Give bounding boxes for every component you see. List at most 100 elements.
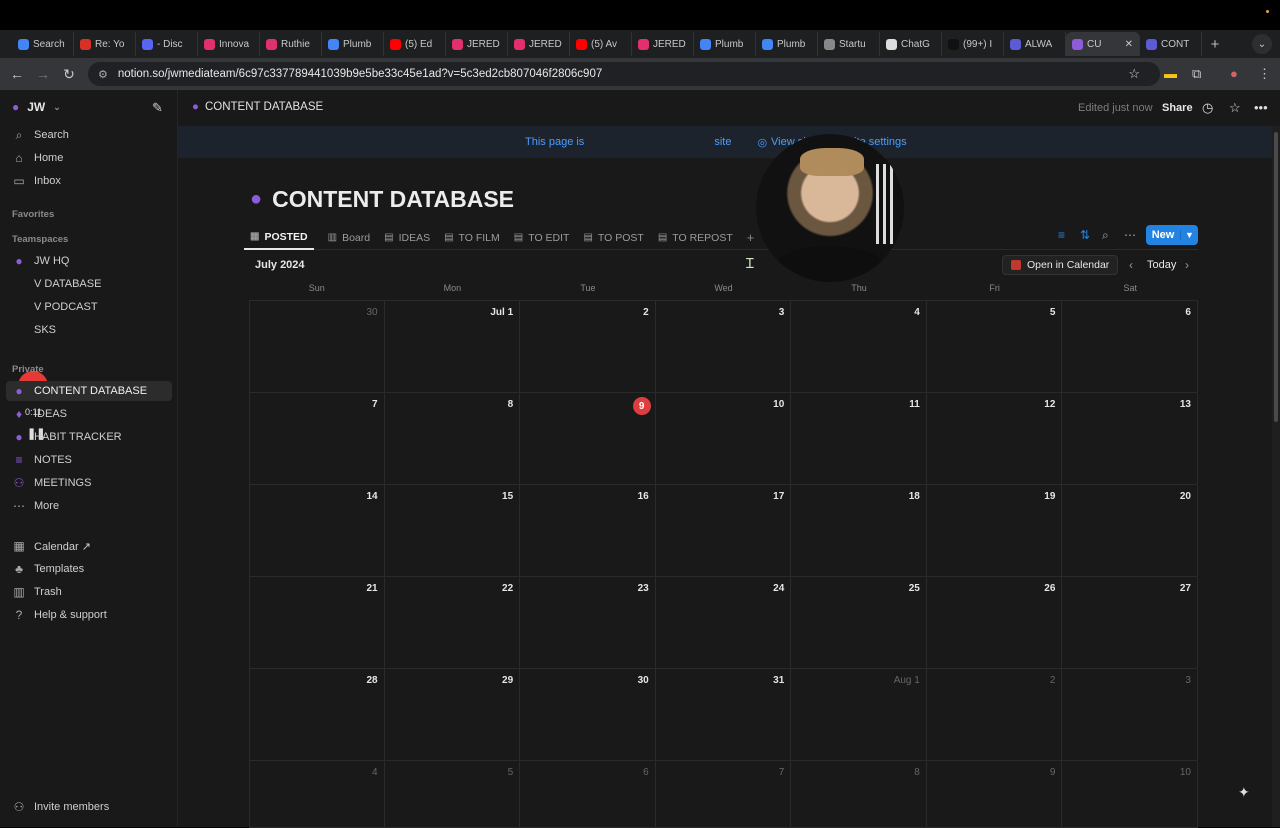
today-button[interactable]: Today [1147,259,1176,271]
calendar-day-cell[interactable]: 9 [926,761,1063,828]
browser-tab[interactable]: CONT [1140,32,1202,56]
browser-tab[interactable]: Plumb [756,32,818,56]
calendar-day-cell[interactable]: 31 [655,669,792,761]
calendar-day-cell[interactable]: 6 [1062,301,1198,393]
browser-tab[interactable]: ALWA [1004,32,1066,56]
more-options-icon[interactable]: ⋯ [1124,228,1136,242]
calendar-day-cell[interactable]: Jul 1 [384,301,521,393]
tab-to-repost[interactable]: ▤ TO REPOST [658,226,733,250]
open-in-calendar-button[interactable]: Open in Calendar [1002,255,1118,275]
profile-avatar[interactable]: ● [1230,66,1238,81]
calendar-day-cell[interactable]: 7 [655,761,792,828]
calendar-day-cell[interactable]: 14 [249,485,385,577]
sidebar-item-templates[interactable]: ♣ Templates [12,559,172,579]
sidebar-item-meetings[interactable]: ⚇ MEETINGS [12,473,172,493]
calendar-day-cell[interactable]: 8 [384,393,521,485]
calendar-day-cell[interactable]: 15 [384,485,521,577]
browser-tab[interactable]: JERED [508,32,570,56]
calendar-day-cell[interactable]: 4 [791,301,927,393]
tab-ideas[interactable]: ▤ IDEAS [384,226,430,250]
sidebar-item-database[interactable]: V DATABASE [12,274,172,294]
calendar-day-cell[interactable]: 21 [249,577,385,669]
browser-tab[interactable]: Ruthie [260,32,322,56]
more-options-icon[interactable]: ••• [1254,100,1268,115]
tab-board[interactable]: ▥ Board [328,226,370,250]
tab-search-icon[interactable]: ⌄ [1252,34,1272,54]
sort-icon[interactable]: ⇅ [1080,228,1090,242]
sidebar-item-content-database[interactable]: ● CONTENT DATABASE [6,381,172,401]
scrollbar[interactable] [1272,126,1280,827]
calendar-day-cell[interactable]: 19 [926,485,1063,577]
sidebar-item-jw-hq[interactable]: ● JW HQ [12,251,172,271]
browser-tab[interactable]: Search [12,32,74,56]
browser-tab[interactable]: (5) Av [570,32,632,56]
browser-tab[interactable]: Startu [818,32,880,56]
calendar-day-cell[interactable]: 6 [520,761,656,828]
browser-tab[interactable]: (99+) I [942,32,1004,56]
chevron-down-icon[interactable]: ▼ [1180,230,1198,240]
calendar-day-cell[interactable]: 12 [926,393,1063,485]
calendar-day-cell[interactable]: 7 [249,393,385,485]
bookmark-star-icon[interactable]: ☆ [1128,66,1140,82]
browser-tab[interactable]: Innova [198,32,260,56]
calendar-day-cell[interactable]: 29 [384,669,521,761]
prev-month-icon[interactable]: ‹ [1129,258,1133,272]
back-icon[interactable]: ← [4,66,30,82]
url-input[interactable]: ⚙ notion.so/jwmediateam/6c97c33778944103… [88,62,1160,86]
reload-icon[interactable]: ↻ [56,66,82,83]
tab-to-post[interactable]: ▤ TO POST [583,226,643,250]
sidebar-item-ideas[interactable]: ♦ IDEAS [12,404,172,424]
invite-members-button[interactable]: ⚇ Invite members [12,797,172,817]
calendar-day-cell[interactable]: 23 [520,577,656,669]
share-button[interactable]: Share [1162,102,1193,114]
breadcrumb[interactable]: ● CONTENT DATABASE [192,101,323,113]
calendar-day-cell[interactable]: 4 [249,761,385,828]
new-tab-button[interactable]: + [1202,36,1228,53]
calendar-day-cell[interactable]: 3 [1062,669,1198,761]
calendar-day-cell[interactable]: 5 [384,761,521,828]
search-icon[interactable]: ⌕ [1102,228,1109,243]
history-clock-icon[interactable]: ◷ [1202,100,1213,116]
sidebar-item-notes[interactable]: ≡ NOTES [12,450,172,470]
calendar-day-cell[interactable]: 27 [1062,577,1198,669]
workspace-switcher[interactable]: ● JW ⌄ [12,100,61,114]
sidebar-item-podcast[interactable]: V PODCAST [12,297,172,317]
calendar-day-cell[interactable]: 9 [520,393,656,485]
calendar-day-cell[interactable]: 22 [384,577,521,669]
new-button[interactable]: New ▼ [1146,225,1198,245]
sidebar-item-home[interactable]: ⌂ Home [12,148,172,168]
calendar-day-cell[interactable]: 2 [926,669,1063,761]
sidebar-item-habit-tracker[interactable]: ● HABIT TRACKER [12,427,172,447]
page-title[interactable]: ● CONTENT DATABASE [250,186,514,213]
calendar-day-cell[interactable]: 17 [655,485,792,577]
calendar-day-cell[interactable]: 13 [1062,393,1198,485]
calendar-day-cell[interactable]: 25 [791,577,927,669]
calendar-day-cell[interactable]: 10 [655,393,792,485]
calendar-day-cell[interactable]: 30 [249,301,385,393]
add-view-icon[interactable]: + [747,230,755,245]
browser-tab[interactable]: Plumb [322,32,384,56]
forward-icon[interactable]: → [30,66,56,82]
sidebar-item-tasks[interactable]: SKS [12,320,172,340]
browser-tab[interactable]: (5) Ed [384,32,446,56]
browser-tab[interactable]: ChatG [880,32,942,56]
browser-tab[interactable]: Plumb [694,32,756,56]
calendar-day-cell[interactable]: 5 [926,301,1063,393]
browser-tab[interactable]: CU ✕ [1066,32,1140,56]
browser-tab[interactable]: JERED [446,32,508,56]
calendar-day-cell[interactable]: 18 [791,485,927,577]
browser-menu-icon[interactable]: ⋮ [1258,66,1271,82]
calendar-day-cell[interactable]: 8 [791,761,927,828]
new-page-icon[interactable]: ✎ [152,100,163,116]
extension-icon[interactable]: ▬ [1164,66,1177,81]
calendar-day-cell[interactable]: 28 [249,669,385,761]
calendar-day-cell[interactable]: 20 [1062,485,1198,577]
browser-tab[interactable]: - Disc [136,32,198,56]
scrollbar-thumb[interactable] [1274,132,1278,422]
browser-tab[interactable]: JERED [632,32,694,56]
calendar-day-cell[interactable]: 3 [655,301,792,393]
calendar-day-cell[interactable]: Aug 1 [791,669,927,761]
ai-sparkle-icon[interactable]: ✦ [1238,784,1250,801]
site-info-icon[interactable]: ⚙ [98,68,108,81]
tab-posted[interactable]: ▦ POSTED [244,226,314,250]
